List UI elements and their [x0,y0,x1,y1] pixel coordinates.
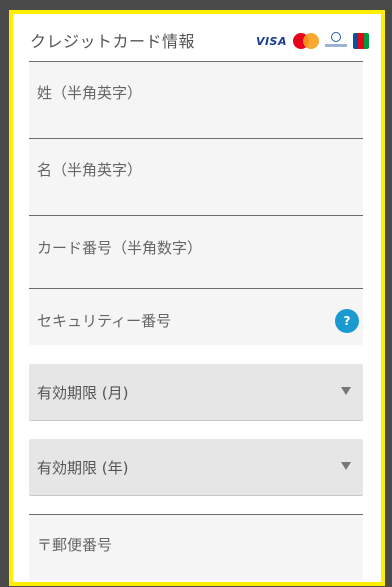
mastercard-logo-icon [293,33,319,49]
card-brand-logos: VISA [256,32,369,50]
first-name-placeholder: 名（半角英字） [37,161,143,179]
postal-code-field[interactable]: 〒郵便番号 [29,514,363,580]
card-number-underline [29,288,363,289]
chevron-down-icon [341,387,351,395]
chevron-down-icon [341,462,351,470]
card-number-field[interactable]: カード番号（半角数字） [29,217,363,290]
first-name-field[interactable]: 名（半角英字） [29,139,363,217]
security-code-field[interactable]: セキュリティー番号 ? [29,290,363,345]
expiry-year-select[interactable]: 有効期限 (年) [29,439,363,495]
visa-logo-icon: VISA [255,34,287,48]
first-name-underline [29,215,363,216]
credit-card-form: クレジットカード情報 VISA 姓（半角英字） 名（半角英字） カード番号（半角… [9,10,385,586]
diners-club-logo-icon [325,32,347,50]
expiry-month-label: 有効期限 (月) [37,384,129,402]
card-number-placeholder: カード番号（半角数字） [37,239,203,257]
last-name-field[interactable]: 姓（半角英字） [29,61,363,139]
jcb-logo-icon [353,33,369,49]
expiry-month-select[interactable]: 有効期限 (月) [29,364,363,420]
expiry-year-label: 有効期限 (年) [37,459,129,477]
postal-code-placeholder: 〒郵便番号 [37,536,113,554]
security-code-placeholder: セキュリティー番号 [37,312,172,330]
security-code-help-icon[interactable]: ? [335,309,359,333]
form-header: クレジットカード情報 VISA [13,14,381,56]
form-title: クレジットカード情報 [30,32,196,51]
last-name-placeholder: 姓（半角英字） [37,84,143,102]
